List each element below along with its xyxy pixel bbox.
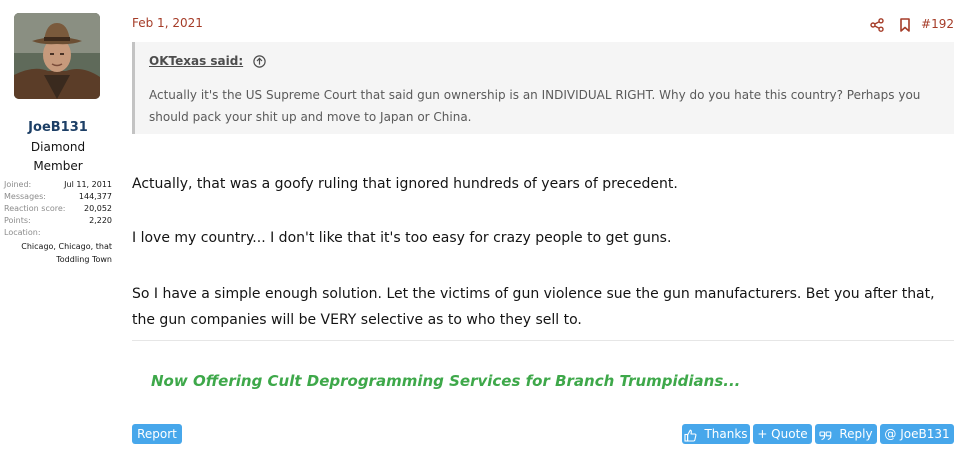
location-line-2[interactable]: Toddling Town xyxy=(4,253,112,266)
reply-label: Reply xyxy=(839,427,873,441)
reply-button[interactable]: Reply xyxy=(815,424,877,444)
quote-button[interactable]: + Quote xyxy=(753,424,812,444)
message-paragraph: So I have a simple enough solution. Let … xyxy=(132,286,935,328)
extra-key: Joined: xyxy=(4,180,32,189)
extra-key: Location: xyxy=(4,228,41,237)
quote-author-link[interactable]: OKTexas said: xyxy=(149,54,243,68)
user-info-panel: JoeB131 Diamond Member Joined: Jul 11, 2… xyxy=(0,0,116,458)
bookmark-icon[interactable] xyxy=(898,17,912,32)
thanks-label: Thanks xyxy=(704,427,748,441)
quote-text: Actually it's the US Supreme Court that … xyxy=(149,88,921,124)
extra-row-reaction-score: Reaction score: 20,052 xyxy=(4,203,112,215)
mention-label: @ JoeB131 xyxy=(884,427,950,441)
quote-attribution: OKTexas said: xyxy=(149,54,266,68)
message-paragraph: I love my country... I don't like that i… xyxy=(132,230,672,246)
post-header-actions: #192 xyxy=(856,14,954,34)
location-line-1[interactable]: Chicago, Chicago, that xyxy=(4,240,112,253)
extra-key: Reaction score: xyxy=(4,204,66,213)
extra-value: 20,052 xyxy=(84,204,112,213)
forum-post: JoeB131 Diamond Member Joined: Jul 11, 2… xyxy=(0,0,965,458)
user-extras: Joined: Jul 11, 2011 Messages: 144,377 R… xyxy=(4,179,112,266)
avatar[interactable] xyxy=(14,13,100,99)
extra-value[interactable]: 2,220 xyxy=(89,215,112,227)
user-signature: Now Offering Cult Deprogramming Services… xyxy=(151,372,741,390)
extra-key: Messages: xyxy=(4,192,46,201)
avatar-image xyxy=(14,13,100,99)
report-button[interactable]: Report xyxy=(132,424,182,444)
extra-row-joined: Joined: Jul 11, 2011 xyxy=(4,179,112,191)
quote-label: + Quote xyxy=(757,427,808,441)
username-link[interactable]: JoeB131 xyxy=(0,120,116,135)
extra-row-points: Points: 2,220 xyxy=(4,215,112,227)
thumbs-up-icon xyxy=(684,428,697,442)
post-number-link[interactable]: #192 xyxy=(921,17,954,31)
extra-value[interactable]: 144,377 xyxy=(79,191,112,203)
post-footer-actions: Thanks + Quote Reply @ JoeB131 xyxy=(682,424,954,444)
extra-row-messages: Messages: 144,377 xyxy=(4,191,112,203)
thanks-button[interactable]: Thanks xyxy=(682,424,750,444)
signature-divider xyxy=(132,340,954,341)
post-date[interactable]: Feb 1, 2021 xyxy=(132,16,203,30)
quote-block: OKTexas said: Actually it's the US Supre… xyxy=(132,42,954,134)
reply-icon xyxy=(819,428,832,441)
arrow-up-circle-icon[interactable] xyxy=(253,54,266,68)
extra-row-location: Location: xyxy=(4,227,112,239)
extra-value: Jul 11, 2011 xyxy=(64,180,112,189)
extra-key: Points: xyxy=(4,216,31,225)
user-title: Diamond Member xyxy=(30,140,86,173)
message-paragraph: Actually, that was a goofy ruling that i… xyxy=(132,176,678,192)
mention-button[interactable]: @ JoeB131 xyxy=(880,424,954,444)
share-icon[interactable] xyxy=(870,17,884,32)
